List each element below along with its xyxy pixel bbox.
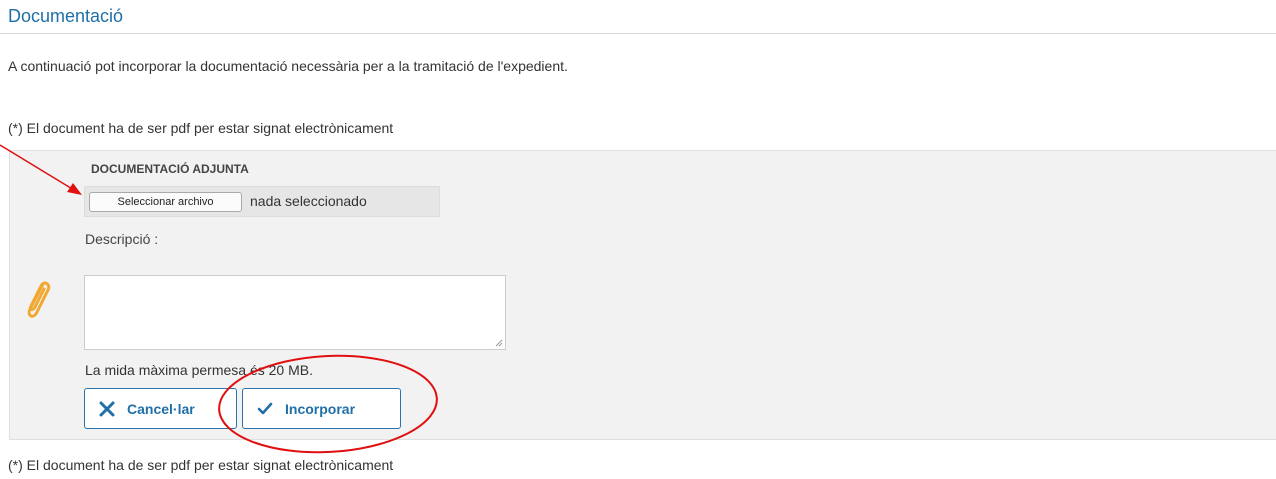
pdf-note-top: (*) El document ha de ser pdf per estar …	[8, 120, 394, 136]
cancel-button[interactable]: Cancel·lar	[84, 388, 237, 429]
description-textarea[interactable]	[84, 275, 506, 350]
description-label: Descripció :	[85, 231, 159, 247]
pdf-note-bottom: (*) El document ha de ser pdf per estar …	[8, 457, 394, 473]
attachment-heading: DOCUMENTACIÓ ADJUNTA	[91, 162, 249, 176]
select-file-button[interactable]: Seleccionar archivo	[89, 192, 242, 212]
cancel-button-label: Cancel·lar	[127, 400, 195, 417]
resize-grip-icon[interactable]	[495, 339, 503, 347]
incorporar-button[interactable]: Incorporar	[242, 388, 401, 429]
checkmark-icon	[257, 402, 273, 414]
file-status: nada seleccionado	[250, 193, 367, 209]
section-title: Documentació	[8, 6, 124, 26]
x-icon	[99, 401, 115, 416]
incorporar-button-label: Incorporar	[285, 400, 356, 417]
section-divider	[0, 33, 1276, 34]
paperclip-icon	[27, 281, 51, 318]
intro-text: A continuació pot incorporar la document…	[8, 58, 568, 74]
max-size-note: La mida màxima permesa és 20 MB.	[85, 362, 313, 378]
